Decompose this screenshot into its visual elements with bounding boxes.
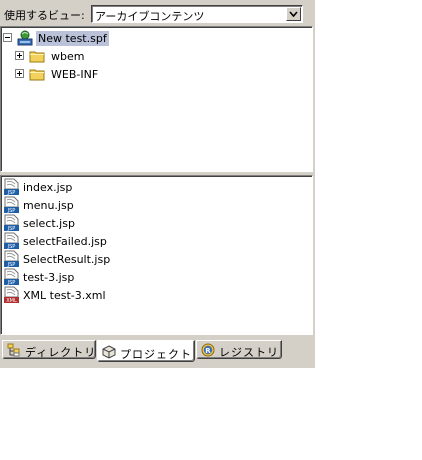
file-label: XML test-3.xml xyxy=(23,289,106,302)
jsp-file-icon: JSP xyxy=(4,232,19,250)
file-item-select-jsp[interactable]: JSP select.jsp xyxy=(3,214,303,232)
file-label: SelectResult.jsp xyxy=(23,253,111,266)
file-item-selectresult-jsp[interactable]: JSP SelectResult.jsp xyxy=(3,250,303,268)
tab-label: ディレクトリ xyxy=(25,346,97,359)
file-list[interactable]: JSP index.jsp JSP menu.jsp JSP select.js… xyxy=(0,175,313,335)
svg-text:XML: XML xyxy=(6,298,17,304)
view-selector-label: 使用するビュー: xyxy=(4,9,85,22)
file-item-test-3-xml[interactable]: XML XML test-3.xml xyxy=(3,286,303,304)
tree-node-label: WEB-INF xyxy=(51,68,99,81)
file-item-menu-jsp[interactable]: JSP menu.jsp xyxy=(3,196,303,214)
tree-node-label: New test.spf xyxy=(36,31,109,46)
svg-text:R: R xyxy=(205,347,211,355)
jsp-file-icon: JSP xyxy=(4,214,19,232)
project-panel: 使用するビュー: アーカイブコンテンツ New test.spf wbem WE… xyxy=(0,0,315,368)
tab-registry[interactable]: R レジストリ xyxy=(196,340,282,359)
jsp-file-icon: JSP xyxy=(4,196,19,214)
tab-label: レジストリ xyxy=(219,346,279,359)
jsp-file-icon: JSP xyxy=(4,268,19,286)
file-item-test-3-jsp[interactable]: JSP test-3.jsp xyxy=(3,268,303,286)
view-selector-row: 使用するビュー: アーカイブコンテンツ xyxy=(0,0,315,28)
view-selector-dropdown[interactable]: アーカイブコンテンツ xyxy=(91,5,303,23)
tree-node-label: wbem xyxy=(51,50,85,63)
project-icon xyxy=(17,30,33,46)
archive-tree[interactable]: New test.spf wbem WEB-INF xyxy=(0,26,313,172)
view-selector-value: アーカイブコンテンツ xyxy=(95,10,205,23)
file-label: selectFailed.jsp xyxy=(23,235,107,248)
view-tab-bar: ディレクトリ プロジェクト R レジストリ xyxy=(0,337,315,368)
jsp-file-icon: JSP xyxy=(4,250,19,268)
tab-label: プロジェクト xyxy=(120,348,192,361)
registry-icon: R xyxy=(201,343,215,357)
collapse-icon[interactable] xyxy=(3,33,12,42)
expand-icon[interactable] xyxy=(15,51,24,60)
dropdown-button[interactable] xyxy=(286,7,301,21)
file-label: select.jsp xyxy=(23,217,75,230)
folder-icon xyxy=(29,69,45,81)
tab-project[interactable]: プロジェクト xyxy=(97,340,195,362)
tab-directory[interactable]: ディレクトリ xyxy=(2,340,96,359)
chevron-down-icon xyxy=(289,11,298,18)
directory-icon xyxy=(7,343,20,357)
jsp-file-icon: JSP xyxy=(4,178,19,196)
folder-icon xyxy=(29,51,45,63)
tree-node-wbem[interactable]: wbem xyxy=(15,48,195,64)
xml-file-icon: XML xyxy=(4,286,19,304)
tree-node-root[interactable]: New test.spf xyxy=(3,30,203,46)
tree-node-web-inf[interactable]: WEB-INF xyxy=(15,66,195,82)
project-box-icon xyxy=(102,345,116,359)
file-item-selectfailed-jsp[interactable]: JSP selectFailed.jsp xyxy=(3,232,303,250)
file-label: menu.jsp xyxy=(23,199,74,212)
file-label: test-3.jsp xyxy=(23,271,75,284)
file-item-index-jsp[interactable]: JSP index.jsp xyxy=(3,178,303,196)
expand-icon[interactable] xyxy=(15,69,24,78)
file-label: index.jsp xyxy=(23,181,73,194)
